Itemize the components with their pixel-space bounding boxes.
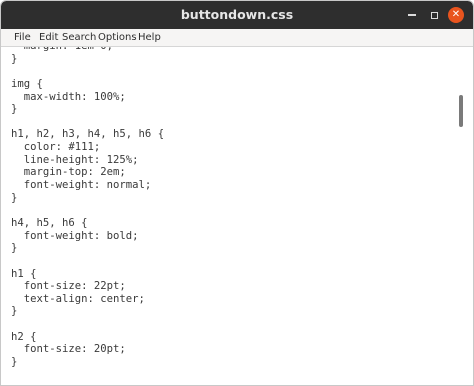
window-title: buttondown.css (180, 7, 294, 22)
code-line[interactable]: img { (11, 78, 164, 91)
menu-bar: File Edit Search Options Help (1, 29, 473, 47)
minimize-icon (408, 14, 416, 16)
code-line[interactable]: h4, h5, h6 { (11, 217, 164, 230)
code-line[interactable]: font-weight: normal; (11, 179, 164, 192)
menu-help[interactable]: Help (138, 29, 161, 46)
code-line[interactable]: line-height: 125%; (11, 154, 164, 167)
code-line[interactable] (11, 255, 164, 268)
code-line[interactable]: text-align: center; (11, 293, 164, 306)
minimize-button[interactable] (405, 8, 419, 22)
code-line[interactable]: font-size: 22pt; (11, 280, 164, 293)
menu-file[interactable]: File (14, 29, 31, 46)
code-line[interactable]: } (11, 305, 164, 318)
code-line[interactable]: color: #111; (11, 141, 164, 154)
code-line[interactable] (11, 65, 164, 78)
title-bar[interactable]: buttondown.css ✕ (1, 1, 473, 29)
menu-options[interactable]: Options (98, 29, 137, 46)
code-line[interactable]: font-size: 20pt; (11, 343, 164, 356)
code-line[interactable] (11, 204, 164, 217)
close-button[interactable]: ✕ (448, 7, 464, 23)
code-line[interactable]: h1, h2, h3, h4, h5, h6 { (11, 128, 164, 141)
code-line[interactable] (11, 318, 164, 331)
code-line[interactable] (11, 116, 164, 129)
code-line[interactable]: margin-top: 2em; (11, 166, 164, 179)
code-line[interactable] (11, 369, 164, 382)
scrollbar-thumb[interactable] (459, 95, 463, 127)
maximize-button[interactable] (427, 8, 441, 22)
maximize-icon (430, 11, 438, 19)
code-line[interactable]: } (11, 356, 164, 369)
code-line[interactable]: } (11, 53, 164, 66)
menu-search[interactable]: Search (62, 29, 96, 46)
code-line[interactable]: max-width: 100%; (11, 91, 164, 104)
code-line[interactable]: } (11, 103, 164, 116)
code-line[interactable]: } (11, 192, 164, 205)
editor-window: buttondown.css ✕ File Edit Search Option… (0, 0, 474, 386)
close-icon: ✕ (451, 9, 461, 20)
vertical-scrollbar[interactable] (457, 47, 465, 385)
code-line[interactable]: h2 { (11, 331, 164, 344)
code-content[interactable]: margin: 1em 0;}img { max-width: 100%;}h1… (11, 47, 164, 381)
code-line[interactable]: font-weight: bold; (11, 230, 164, 243)
code-line[interactable]: } (11, 242, 164, 255)
code-line[interactable]: h1 { (11, 268, 164, 281)
menu-edit[interactable]: Edit (39, 29, 58, 46)
text-editor-area[interactable]: margin: 1em 0;}img { max-width: 100%;}h1… (1, 47, 473, 385)
